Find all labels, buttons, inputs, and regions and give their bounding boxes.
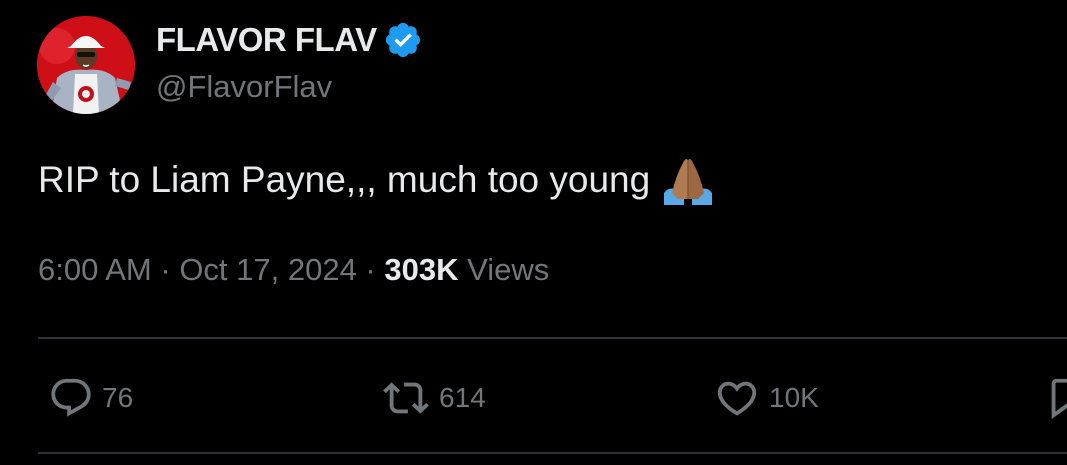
author-display-name[interactable]: FLAVOR FLAV bbox=[156, 21, 377, 59]
heart-icon bbox=[717, 381, 757, 416]
repost-count: 614 bbox=[439, 382, 486, 413]
tweet-text: RIP to Liam Payne,,, much too young bbox=[38, 155, 714, 205]
reply-button[interactable]: 76 bbox=[48, 372, 133, 424]
tweet-text-content: RIP to Liam Payne,,, much too young bbox=[38, 159, 651, 200]
reply-icon bbox=[51, 378, 91, 417]
verified-badge-icon[interactable] bbox=[383, 20, 423, 60]
repost-icon bbox=[383, 382, 429, 414]
views-label[interactable]: Views bbox=[467, 252, 549, 287]
author-name-row[interactable]: FLAVOR FLAV bbox=[156, 20, 423, 60]
tweet-card[interactable]: FLAVOR FLAV @FlavorFlav RIP to Liam Payn… bbox=[0, 0, 1067, 465]
bookmark-button[interactable] bbox=[1044, 372, 1067, 424]
repost-button[interactable]: 614 bbox=[381, 372, 486, 424]
tweet-meta: 6:00 AM · Oct 17, 2024 · 303K Views bbox=[38, 252, 549, 288]
meta-separator: · bbox=[160, 252, 180, 287]
divider bbox=[38, 337, 1067, 339]
avatar-photo bbox=[37, 16, 135, 114]
folded-hands-emoji bbox=[664, 159, 713, 205]
like-count: 10K bbox=[769, 382, 819, 413]
views-count[interactable]: 303K bbox=[384, 252, 467, 287]
tweet-date[interactable]: Oct 17, 2024 bbox=[179, 252, 357, 287]
bookmark-icon bbox=[1051, 378, 1067, 419]
tweet-time[interactable]: 6:00 AM bbox=[38, 252, 152, 287]
divider bbox=[38, 452, 1067, 454]
like-button[interactable]: 10K bbox=[713, 372, 819, 424]
meta-separator: · bbox=[365, 252, 385, 287]
avatar[interactable] bbox=[37, 16, 135, 114]
author-handle[interactable]: @FlavorFlav bbox=[156, 69, 332, 105]
reply-count: 76 bbox=[102, 382, 134, 413]
